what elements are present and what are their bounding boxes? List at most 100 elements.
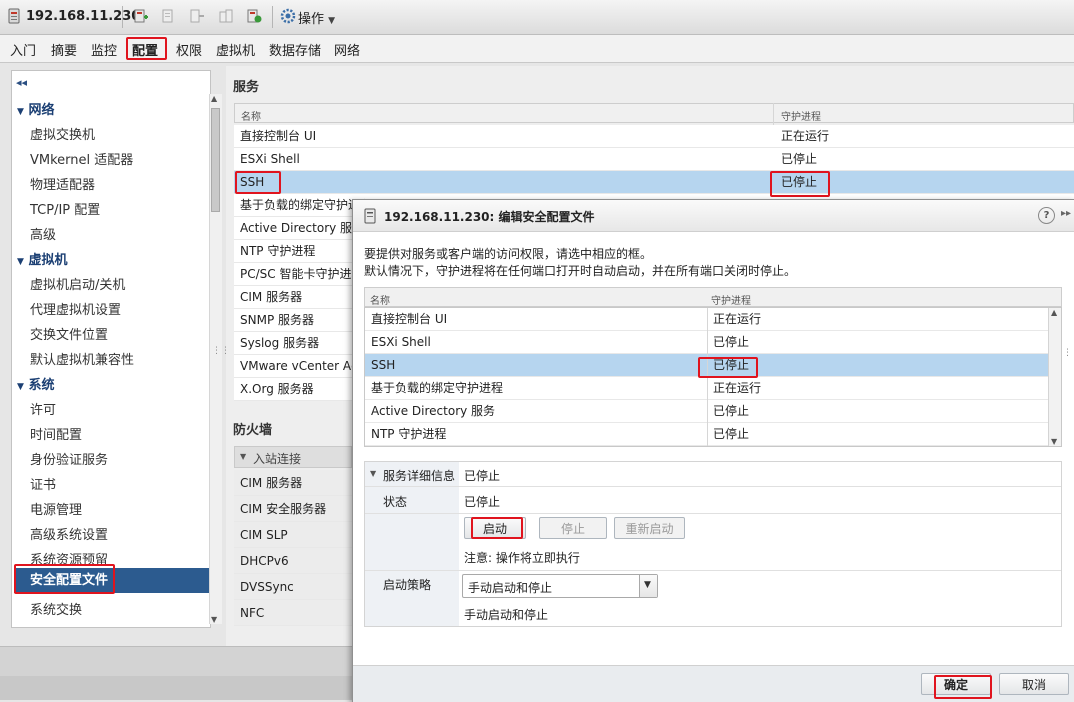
col-name-header[interactable]: 名称 <box>370 292 390 307</box>
stop-button[interactable]: 停止 <box>539 517 607 539</box>
tab-summary[interactable]: 摘要 <box>51 40 77 59</box>
nav-group-network[interactable]: ▼ 网络 <box>17 99 54 118</box>
nav-group-vm[interactable]: ▼ 虚拟机 <box>17 249 67 268</box>
cancel-button[interactable]: 取消 <box>999 673 1069 695</box>
table-row[interactable]: DHCPv6 <box>234 548 352 574</box>
dialog-header[interactable]: 192.168.11.230: 编辑安全配置文件 ? ▸▸ <box>353 200 1074 232</box>
startup-policy-select[interactable]: 手动启动和停止 ▼ <box>462 574 658 598</box>
services-title: 服务 <box>233 80 260 95</box>
nav-group-label: 虚拟机 <box>28 253 68 268</box>
details-header-value: 已停止 <box>464 469 501 483</box>
tab-configure[interactable]: 配置 <box>132 40 158 59</box>
firewall-rule-name: CIM 服务器 <box>240 476 303 490</box>
col-daemon-header[interactable]: 守护进程 <box>711 292 751 307</box>
firewall-rule-name: DHCPv6 <box>240 554 289 568</box>
nav-item-agent-vm[interactable]: 代理虚拟机设置 <box>30 299 121 318</box>
expand-triangle-icon: ▼ <box>17 382 24 392</box>
ok-button[interactable]: 确定 <box>921 673 991 695</box>
nav-item-vswitch[interactable]: 虚拟交换机 <box>30 124 95 143</box>
select-toggle[interactable]: ▼ <box>639 575 657 597</box>
actions-menu[interactable]: 操作 ▼ <box>298 8 335 27</box>
col-name-header[interactable]: 名称 <box>241 108 261 123</box>
expand-triangle-icon: ▼ <box>240 452 247 461</box>
nav-item-licensing[interactable]: 许可 <box>30 399 56 418</box>
splitter-grip-icon[interactable]: ⋮ <box>1063 348 1072 358</box>
nav-item-power[interactable]: 电源管理 <box>30 499 82 518</box>
dialog-grid-header: 名称 守护进程 <box>364 287 1062 307</box>
nav-item-vmkernel[interactable]: VMkernel 适配器 <box>30 149 133 168</box>
service-name: Syslog 服务器 <box>240 336 320 350</box>
table-row[interactable]: 直接控制台 UI 正在运行 <box>234 125 1074 148</box>
add-vm-icon[interactable] <box>133 8 149 24</box>
nav-item-certificate[interactable]: 证书 <box>30 474 56 493</box>
firewall-rule-name: NFC <box>240 606 265 620</box>
chevron-down-icon: ▼ <box>644 580 651 590</box>
nav-item-resource-reservation[interactable]: 系统资源预留 <box>30 549 108 568</box>
table-row[interactable]: CIM SLP <box>234 522 352 548</box>
nav-item-swap-location[interactable]: 交换文件位置 <box>30 324 108 343</box>
table-row[interactable]: DVSSync <box>234 574 352 600</box>
host-icon <box>364 208 376 224</box>
table-row[interactable]: NFC <box>234 600 352 626</box>
col-daemon-header[interactable]: 守护进程 <box>781 108 821 123</box>
expand-dialog-icon[interactable]: ▸▸ <box>1061 208 1071 219</box>
tab-vms[interactable]: 虚拟机 <box>216 40 255 59</box>
service-name: X.Org 服务器 <box>240 382 314 396</box>
service-status: 已停止 <box>713 335 750 349</box>
scroll-down-icon[interactable]: ▼ <box>1051 437 1057 446</box>
nav-item-system-swap[interactable]: 系统交换 <box>30 599 82 618</box>
gear-icon[interactable] <box>280 8 296 24</box>
nav-item-vm-compat[interactable]: 默认虚拟机兼容性 <box>30 349 134 368</box>
table-row[interactable]: SSH 已停止 <box>234 171 1074 194</box>
nav-item-physical-adapters[interactable]: 物理适配器 <box>30 174 95 193</box>
firewall-group-incoming[interactable]: ▼ 入站连接 <box>234 446 352 468</box>
startup-policy-description: 手动启动和停止 <box>464 608 549 622</box>
scroll-down-icon[interactable]: ▼ <box>211 615 217 624</box>
table-row[interactable]: CIM 安全服务器 <box>234 496 352 522</box>
service-name: ESXi Shell <box>240 152 300 166</box>
scroll-up-icon[interactable]: ▲ <box>1051 308 1057 317</box>
tab-getting-started[interactable]: 入门 <box>10 40 36 59</box>
nav-item-security-profile[interactable]: 安全配置文件 <box>14 568 210 593</box>
tab-networks[interactable]: 网络 <box>334 40 360 59</box>
new-resource-pool-icon[interactable] <box>160 8 176 24</box>
service-name: NTP 守护进程 <box>240 244 316 258</box>
actions-menu-label: 操作 <box>298 12 325 27</box>
nav-group-system[interactable]: ▼ 系统 <box>17 374 54 393</box>
help-icon[interactable]: ? <box>1038 207 1055 224</box>
nav-item-time[interactable]: 时间配置 <box>30 424 82 443</box>
dialog-footer: 确定 取消 <box>353 665 1074 702</box>
firewall-title: 防火墙 <box>233 423 273 438</box>
start-button[interactable]: 启动 <box>464 517 526 539</box>
firewall-rule-name: CIM SLP <box>240 528 288 542</box>
collapse-nav-icon[interactable]: ◂◂ <box>16 76 27 89</box>
table-row[interactable]: CIM 服务器 <box>234 470 352 496</box>
dialog-grid-scrollbar[interactable]: ▲ ▼ <box>1048 308 1061 446</box>
restart-button[interactable]: 重新启动 <box>614 517 685 539</box>
nav-item-network-advanced[interactable]: 高级 <box>30 224 56 243</box>
firewall-rule-name: DVSSync <box>240 580 294 594</box>
left-navigation: ◂◂ ▼ 网络 虚拟交换机 VMkernel 适配器 物理适配器 TCP/IP … <box>11 70 211 628</box>
tab-permissions[interactable]: 权限 <box>176 40 202 59</box>
nav-item-vm-startup[interactable]: 虚拟机启动/关机 <box>30 274 125 293</box>
scroll-thumb[interactable] <box>211 108 220 212</box>
tab-monitor[interactable]: 监控 <box>91 40 117 59</box>
details-header-row[interactable]: ▼ 服务详细信息 已停止 <box>365 462 1061 487</box>
nav-item-tcpip[interactable]: TCP/IP 配置 <box>30 199 100 218</box>
column-divider <box>707 308 708 446</box>
dialog-intro-line1: 要提供对服务或客户端的访问权限，请选中相应的框。 <box>364 247 653 261</box>
enter-maintenance-icon[interactable] <box>189 8 205 24</box>
nav-item-auth[interactable]: 身份验证服务 <box>30 449 108 468</box>
table-row[interactable]: ESXi Shell 已停止 <box>234 148 1074 171</box>
firewall-rule-name: CIM 安全服务器 <box>240 502 327 516</box>
service-name: 直接控制台 UI <box>240 129 317 143</box>
collapse-triangle-icon: ▼ <box>370 469 377 478</box>
reboot-host-icon[interactable] <box>246 8 262 24</box>
chevron-down-icon: ▼ <box>328 16 336 26</box>
disconnect-host-icon[interactable] <box>218 8 234 24</box>
toolbar: 192.168.11.230 操作 ▼ <box>0 0 1074 35</box>
tab-datastores[interactable]: 数据存储 <box>269 40 321 59</box>
scroll-up-icon[interactable]: ▲ <box>211 94 217 103</box>
nav-item-advanced-system[interactable]: 高级系统设置 <box>30 524 108 543</box>
nav-scrollbar[interactable]: ▲ ▼ <box>209 94 222 624</box>
